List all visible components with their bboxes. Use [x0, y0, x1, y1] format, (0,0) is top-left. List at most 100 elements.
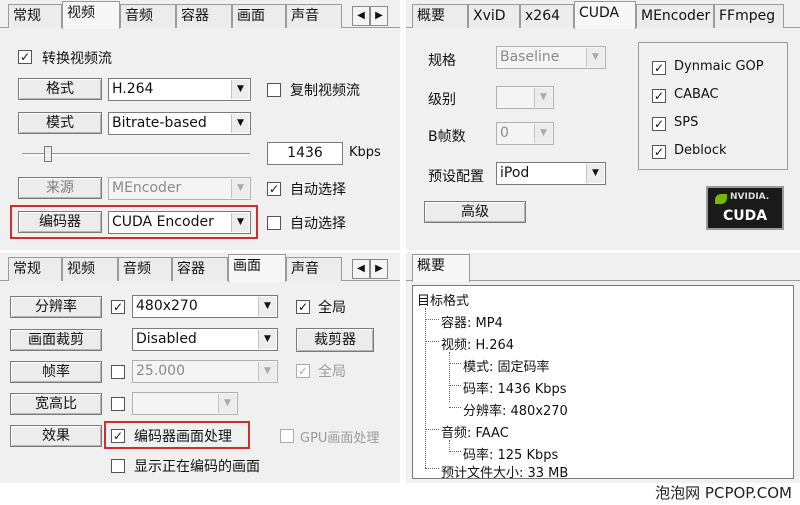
cabac-checkbox[interactable]: ✓	[652, 89, 666, 103]
tab-scroll-left-icon[interactable]: ◀	[352, 259, 370, 279]
bitrate-slider[interactable]	[22, 144, 250, 164]
cropper-button[interactable]: 裁剪器	[296, 328, 374, 352]
format-select[interactable]: H.264 ▼	[108, 78, 251, 101]
picture-settings-panel: 常规 视频 音频 容器 画面 声音 ◀ ▶ 分辨率 ✓ 480x270 ▼ ✓ …	[0, 253, 400, 483]
video-settings-panel: 常规 视频 音频 容器 画面 声音 ◀ ▶ ✓ 转换视频流 格式 H.264 ▼…	[0, 0, 400, 250]
tab-audio[interactable]: 音频	[118, 257, 172, 281]
tree-line	[425, 429, 439, 430]
encoder-value: CUDA Encoder	[112, 214, 214, 230]
deblock-label: Deblock	[674, 143, 727, 158]
global-resolution-checkbox[interactable]: ✓	[296, 300, 310, 314]
resolution-select[interactable]: 480x270 ▼	[132, 295, 278, 318]
sps-checkbox[interactable]: ✓	[652, 117, 666, 131]
profile-label: 规格	[428, 53, 456, 69]
tab-xvid[interactable]: XviD	[468, 4, 520, 28]
tab-overview[interactable]: 概要	[412, 4, 468, 28]
profile-select[interactable]: Baseline ▼	[496, 46, 606, 69]
chevron-down-icon: ▼	[231, 114, 249, 133]
gpu-processing-checkbox[interactable]	[280, 429, 294, 443]
tab-audio[interactable]: 音频	[120, 4, 176, 28]
source-select[interactable]: MEncoder ▼	[108, 177, 251, 200]
source-button[interactable]: 来源	[18, 177, 102, 199]
tab-video[interactable]: 视频	[62, 257, 118, 281]
profile-value: Baseline	[500, 49, 560, 65]
copy-video-checkbox[interactable]	[267, 83, 281, 97]
chevron-down-icon: ▼	[231, 213, 249, 232]
dynamic-gop-label: Dynmaic GOP	[674, 59, 764, 74]
crop-button[interactable]: 画面裁剪	[10, 329, 102, 351]
tab-x264[interactable]: x264	[520, 4, 574, 28]
copy-video-label: 复制视频流	[290, 83, 360, 99]
aspect-ratio-button[interactable]: 宽高比	[10, 393, 102, 415]
encoder-processing-checkbox[interactable]: ✓	[111, 429, 125, 443]
framerate-checkbox[interactable]	[111, 365, 125, 379]
tab-scroll-right-icon[interactable]: ▶	[370, 6, 388, 26]
framerate-button[interactable]: 帧率	[10, 361, 102, 383]
tree-line	[449, 385, 461, 386]
auto-select-encoder-checkbox[interactable]	[267, 216, 281, 230]
tab-sound[interactable]: 声音	[286, 257, 342, 281]
tab-scroll: ◀ ▶	[352, 6, 388, 26]
tab-cuda[interactable]: CUDA	[574, 1, 636, 29]
chevron-down-icon: ▼	[231, 179, 249, 198]
crop-value: Disabled	[136, 331, 197, 347]
tab-general[interactable]: 常规	[8, 4, 62, 28]
cabac-label: CABAC	[674, 87, 719, 102]
tab-container[interactable]: 容器	[172, 257, 228, 281]
chevron-down-icon: ▼	[258, 330, 276, 349]
encoder-select[interactable]: CUDA Encoder ▼	[108, 211, 251, 234]
deblock-checkbox[interactable]: ✓	[652, 145, 666, 159]
tab-picture[interactable]: 画面	[232, 4, 286, 28]
framerate-select[interactable]: 25.000 ▼	[132, 360, 278, 383]
crop-select[interactable]: Disabled ▼	[132, 328, 278, 351]
resolution-checkbox[interactable]: ✓	[111, 300, 125, 314]
effects-button[interactable]: 效果	[10, 425, 102, 447]
global-framerate-checkbox[interactable]: ✓	[296, 364, 310, 378]
bframes-select[interactable]: 0 ▼	[496, 122, 554, 145]
dynamic-gop-checkbox[interactable]: ✓	[652, 61, 666, 75]
mode-button[interactable]: 模式	[18, 112, 102, 134]
tab-mencoder[interactable]: MEncoder	[636, 4, 714, 28]
tab-strip: 概要	[406, 253, 800, 282]
tab-ffmpeg[interactable]: FFmpeg	[714, 4, 784, 28]
tree-audio: 音频: FAAC	[441, 426, 509, 441]
tree-video-mode: 模式: 固定码率	[463, 360, 550, 375]
tab-scroll-left-icon[interactable]: ◀	[352, 6, 370, 26]
resolution-button[interactable]: 分辨率	[10, 296, 102, 318]
tree-video: 视频: H.264	[441, 338, 515, 353]
aspect-ratio-checkbox[interactable]	[111, 397, 125, 411]
convert-video-checkbox[interactable]: ✓	[18, 50, 32, 64]
tab-scroll: ◀ ▶	[352, 259, 388, 279]
aspect-ratio-select[interactable]: ▼	[132, 392, 238, 415]
format-button[interactable]: 格式	[18, 78, 102, 100]
advanced-button[interactable]: 高级	[424, 201, 526, 223]
tab-general[interactable]: 常规	[8, 257, 62, 281]
cuda-text: CUDA	[722, 208, 768, 224]
tab-video[interactable]: 视频	[62, 1, 120, 29]
tree-line	[425, 308, 426, 468]
tab-container[interactable]: 容器	[176, 4, 232, 28]
auto-select-source-checkbox[interactable]: ✓	[267, 182, 281, 196]
level-label: 级别	[428, 92, 456, 108]
tab-sound[interactable]: 声音	[286, 4, 342, 28]
show-encoding-checkbox[interactable]	[111, 459, 125, 473]
tree-line	[449, 451, 461, 452]
source-value: MEncoder	[112, 180, 182, 196]
mode-select[interactable]: Bitrate-based ▼	[108, 112, 251, 135]
level-select[interactable]: ▼	[496, 86, 554, 109]
summary-tree: 目标格式 容器: MP4 视频: H.264 模式: 固定码率 码率: 1436…	[412, 285, 794, 481]
encoder-button[interactable]: 编码器	[18, 211, 102, 233]
bitrate-input[interactable]: 1436	[267, 142, 343, 165]
encoder-settings-panel: 概要 XviD x264 CUDA MEncoder FFmpeg 规格 Bas…	[406, 0, 800, 250]
tab-scroll-right-icon[interactable]: ▶	[370, 259, 388, 279]
slider-thumb[interactable]	[44, 146, 52, 162]
show-encoding-label: 显示正在编码的画面	[134, 459, 260, 475]
tab-overview[interactable]: 概要	[412, 254, 470, 282]
tab-picture[interactable]: 画面	[228, 254, 286, 282]
tree-root: 目标格式	[417, 294, 470, 309]
framerate-value: 25.000	[136, 363, 185, 379]
preset-select[interactable]: iPod ▼	[496, 162, 606, 185]
bframes-label: B帧数	[428, 129, 466, 145]
chevron-down-icon: ▼	[218, 394, 236, 413]
sps-label: SPS	[674, 115, 699, 130]
